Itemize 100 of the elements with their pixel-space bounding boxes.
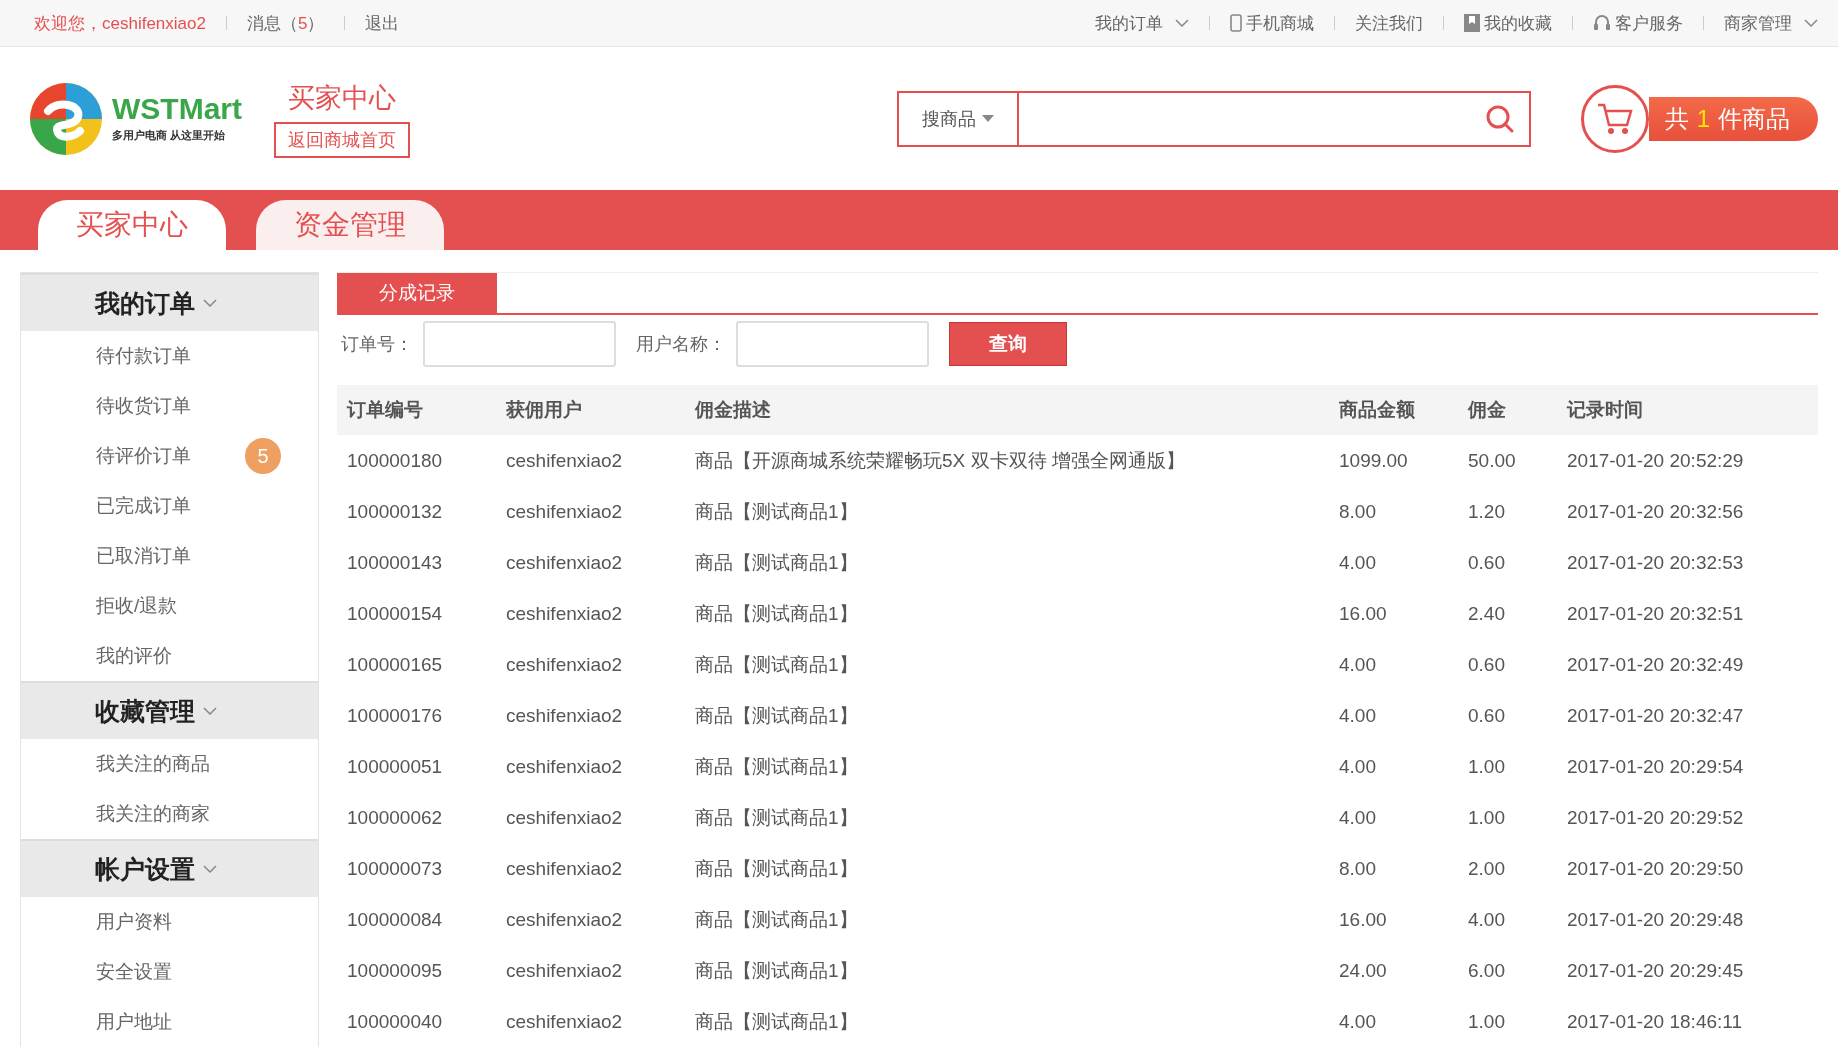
table-cell-text: 100000143 xyxy=(346,550,444,575)
table-cell-text: 4.00 xyxy=(1338,703,1377,728)
sidebar-item-label: 待评价订单 xyxy=(96,444,191,468)
table-cell-text: 2.00 xyxy=(1467,856,1506,881)
sidebar-section-header[interactable]: 我的订单 xyxy=(21,273,318,331)
table-cell: ceshifenxiao2 xyxy=(496,435,685,486)
section-title: 收藏管理 xyxy=(95,695,195,727)
column-header: 记录时间 xyxy=(1557,385,1818,435)
logo-text: WSTMart xyxy=(112,94,242,124)
table-cell-text: 1.00 xyxy=(1467,754,1506,779)
sidebar-item-label: 我的评价 xyxy=(96,644,172,668)
column-header: 佣金 xyxy=(1458,385,1557,435)
sidebar-item[interactable]: 我的评价 xyxy=(21,631,318,681)
table-cell-text: 商品【测试商品1】 xyxy=(694,703,859,728)
sidebar-item[interactable]: 待评价订单 5 xyxy=(21,431,318,481)
nav-tab[interactable]: 买家中心 xyxy=(38,200,226,250)
table-cell-text: 2017-01-20 20:29:52 xyxy=(1566,805,1745,830)
table-cell-text: 1.00 xyxy=(1467,1009,1506,1034)
chevron-down-icon xyxy=(203,299,217,307)
sidebar-item-label: 我关注的商品 xyxy=(96,752,210,776)
table-cell-text: 商品【测试商品1】 xyxy=(694,652,859,677)
table-cell-text: ceshifenxiao2 xyxy=(505,907,624,932)
sidebar-item[interactable]: 已取消订单 xyxy=(21,531,318,581)
home-link[interactable]: 返回商城首页 xyxy=(274,121,410,158)
table-cell-text: 6.00 xyxy=(1467,958,1506,983)
sidebar-item[interactable]: 待付款订单 xyxy=(21,331,318,381)
sidebar-item-label: 安全设置 xyxy=(96,960,172,984)
table-cell-text: 1.20 xyxy=(1467,499,1506,524)
nav-tab[interactable]: 资金管理 xyxy=(256,200,444,250)
top-link[interactable]: 商家管理 xyxy=(1724,11,1792,35)
chevron-down-icon xyxy=(203,707,217,715)
messages-link[interactable]: 消息（5） xyxy=(246,11,325,35)
sidebar-item-label: 待付款订单 xyxy=(96,344,191,368)
table-cell-text: 商品【测试商品1】 xyxy=(694,499,859,524)
column-header: 商品金额 xyxy=(1329,385,1458,435)
table-cell-text: 2017-01-20 20:29:54 xyxy=(1566,754,1745,779)
table-cell-text: 商品【测试商品1】 xyxy=(694,805,859,830)
sidebar-item[interactable]: 已完成订单 xyxy=(21,481,318,531)
top-link[interactable]: 关注我们 xyxy=(1355,11,1423,35)
top-link[interactable]: 客户服务 xyxy=(1615,11,1683,35)
sidebar-item-label: 我关注的商家 xyxy=(96,802,210,826)
sidebar-item-label: 用户地址 xyxy=(96,1010,172,1034)
filter-input[interactable] xyxy=(423,321,616,367)
table-cell-text: 商品【测试商品1】 xyxy=(694,958,859,983)
sidebar-item[interactable]: 我关注的商品 xyxy=(21,739,318,789)
bookmark-icon xyxy=(1464,14,1480,32)
table-cell-text: 0.60 xyxy=(1467,703,1506,728)
logo-slogan: 多用户电商 从这里开始 xyxy=(112,128,227,143)
table-cell-text: 24.00 xyxy=(1338,958,1388,983)
table-cell-text: 商品【测试商品1】 xyxy=(694,856,859,881)
top-link[interactable]: 我的订单 xyxy=(1095,11,1163,35)
table-cell-text: ceshifenxiao2 xyxy=(505,652,624,677)
welcome-text: 欢迎您，ceshifenxiao2 xyxy=(34,12,206,35)
table-cell: 50.00 xyxy=(1458,435,1557,486)
sidebar-section-header[interactable]: 帐户设置 xyxy=(21,839,318,897)
sidebar-item-label: 已取消订单 xyxy=(96,544,191,568)
table-cell-text: 100000176 xyxy=(346,703,444,728)
table-cell-text: 0.60 xyxy=(1467,652,1506,677)
sidebar-section-header[interactable]: 收藏管理 xyxy=(21,681,318,739)
table-cell-text: 2.40 xyxy=(1467,601,1506,626)
table-cell-text: 0.60 xyxy=(1467,550,1506,575)
section-title: 帐户设置 xyxy=(95,853,195,885)
sidebar-item[interactable]: 待收货订单 xyxy=(21,381,318,431)
sidebar-item-label: 用户资料 xyxy=(96,910,172,934)
section-title: 我的订单 xyxy=(95,287,195,319)
caret-icon xyxy=(981,115,994,122)
top-link[interactable]: 手机商城 xyxy=(1246,11,1314,35)
table-cell-text: 100000062 xyxy=(346,805,444,830)
search-icon[interactable] xyxy=(1484,103,1515,134)
table-cell-text: 16.00 xyxy=(1338,601,1388,626)
sidebar-item[interactable]: 用户地址 xyxy=(21,997,318,1047)
top-link[interactable]: 我的收藏 xyxy=(1484,11,1552,35)
table-cell-text: 4.00 xyxy=(1467,907,1506,932)
table-cell-text: ceshifenxiao2 xyxy=(505,1009,624,1034)
table-cell-text: 商品【测试商品1】 xyxy=(694,550,859,575)
logout-link[interactable]: 退出 xyxy=(365,11,400,35)
table-cell-text: 4.00 xyxy=(1338,805,1377,830)
table-cell-text: 8.00 xyxy=(1338,856,1377,881)
count-badge: 5 xyxy=(245,438,281,474)
cart-icon[interactable] xyxy=(1595,101,1634,136)
sidebar-item[interactable]: 拒收/退款 xyxy=(21,581,318,631)
filter-input[interactable] xyxy=(736,321,929,367)
table-cell-text: ceshifenxiao2 xyxy=(505,958,624,983)
cart-summary[interactable]: 共 1 件商品 xyxy=(1648,96,1818,141)
table-cell-text: 100000040 xyxy=(346,1009,444,1034)
sidebar-item-label: 已完成订单 xyxy=(96,494,191,518)
sidebar-item[interactable]: 安全设置 xyxy=(21,947,318,997)
phone-icon xyxy=(1230,14,1242,32)
content-tab[interactable]: 分成记录 xyxy=(337,273,497,313)
table-cell-text: 商品【测试商品1】 xyxy=(694,907,859,932)
query-button[interactable]: 查询 xyxy=(949,322,1067,366)
table-cell-text: 100000154 xyxy=(346,601,444,626)
table-cell-text: 100000073 xyxy=(346,856,444,881)
table-cell-text: ceshifenxiao2 xyxy=(505,754,624,779)
sidebar-item-label: 待收货订单 xyxy=(96,394,191,418)
sidebar-item[interactable]: 用户资料 xyxy=(21,897,318,947)
table-cell-text: 商品【测试商品1】 xyxy=(694,601,859,626)
sidebar-item[interactable]: 我关注的商家 xyxy=(21,789,318,839)
filter-label: 订单号： xyxy=(341,333,413,356)
table-cell: 100000180 xyxy=(337,435,496,486)
